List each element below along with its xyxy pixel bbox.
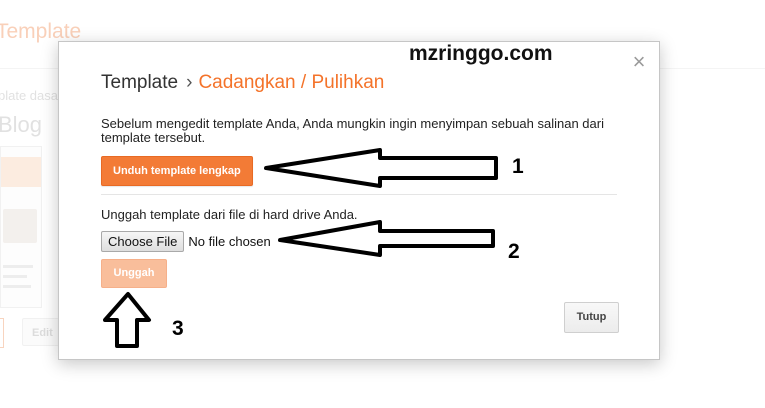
backup-intro-text: Sebelum mengedit template Anda, Anda mun… — [101, 116, 604, 145]
upload-instructions: Unggah template dari file di hard drive … — [101, 207, 358, 222]
screenshot-stage: Template plate dasar Blog Edit × Templat… — [0, 0, 765, 408]
backup-restore-dialog: × Template › Cadangkan / Pulihkan mzringgo… — [58, 41, 660, 360]
file-status-text: No file chosen — [188, 234, 271, 249]
close-icon[interactable]: × — [630, 51, 648, 73]
breadcrumb-separator: › — [186, 72, 193, 93]
download-full-template-button[interactable]: Unduh template lengkap — [101, 156, 253, 186]
dialog-title: Template › Cadangkan / Pulihkan — [101, 72, 384, 94]
choose-file-button[interactable]: Choose File — [101, 231, 185, 252]
annotation-number-2: 2 — [508, 240, 520, 263]
breadcrumb-root: Template — [101, 72, 179, 93]
annotation-number-3: 3 — [172, 317, 184, 340]
close-dialog-button[interactable]: Tutup — [564, 302, 619, 333]
watermark-text: mzringgo.com — [409, 42, 553, 65]
upload-button[interactable]: Unggah — [101, 259, 167, 288]
section-divider — [101, 194, 617, 195]
breadcrumb-current: Cadangkan / Pulihkan — [198, 72, 385, 93]
annotation-number-1: 1 — [512, 155, 524, 178]
file-picker[interactable]: Choose File No file chosen — [101, 231, 271, 252]
